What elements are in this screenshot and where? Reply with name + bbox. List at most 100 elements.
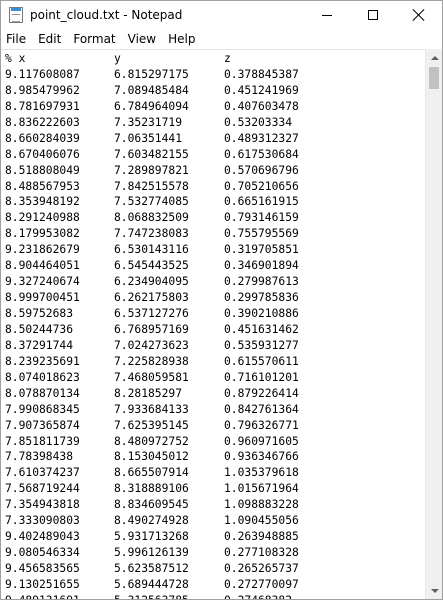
value-x: 7.851811739 [5,434,80,448]
close-button[interactable] [396,1,442,29]
value-x: 8.999700451 [5,291,80,305]
data-row: 8.291240988 8.068832509 0.793146159 [5,210,299,226]
data-row: 8.488567953 7.842515578 0.705210656 [5,179,299,195]
data-row: 8.50244736 6.768957169 0.451631462 [5,322,299,338]
maximize-button[interactable] [350,1,396,29]
data-row: 7.354943818 8.834609545 1.098883228 [5,497,299,513]
value-x: 7.354943818 [5,498,80,512]
value-y: 8.490274928 [114,514,189,528]
value-x: 8.488567953 [5,179,80,193]
minimize-button[interactable] [304,1,350,29]
data-row: 8.353948192 7.532774085 0.665161915 [5,194,299,210]
value-z: 1.035379618 [224,466,299,480]
value-y: 8.153045012 [114,450,189,464]
value-z: 0.842761364 [224,402,299,416]
value-z: 0.705210656 [224,179,299,193]
value-z: 0.272770097 [224,577,299,591]
value-x: 9.231862679 [5,243,80,257]
vertical-scrollbar[interactable] [425,49,442,599]
value-x: 9.327240674 [5,275,80,289]
value-z: 1.090455056 [224,514,299,528]
scroll-thumb[interactable] [429,67,439,89]
value-x: 8.239235691 [5,354,80,368]
value-x: 8.660284039 [5,131,80,145]
value-z: 0.617530684 [224,147,299,161]
menu-view[interactable]: View [122,29,162,49]
menu-bar: File Edit Format View Help [1,29,442,49]
value-z: 1.015671964 [224,482,299,496]
data-row: 8.179953082 7.747238083 0.755795569 [5,226,299,242]
value-z: 0.451631462 [224,322,299,336]
title-bar[interactable]: point_cloud.txt - Notepad [1,1,442,29]
value-x: 7.568719244 [5,482,80,496]
value-y: 7.289897821 [114,163,189,177]
value-z: 0.346901894 [224,259,299,273]
value-y: 7.089485484 [114,83,189,97]
value-x: 7.78398438 [5,450,74,464]
header-x: % x [5,52,26,65]
data-row: 7.990868345 7.933684133 0.842761364 [5,402,299,418]
value-z: 0.615570611 [224,354,299,368]
value-x: 8.074018623 [5,370,80,384]
value-z: 0.879226414 [224,386,299,400]
value-y: 5.689444728 [114,577,189,591]
value-x: 7.990868345 [5,402,80,416]
value-z: 0.535931277 [224,338,299,352]
menu-format[interactable]: Format [67,29,121,49]
value-y: 6.784964094 [114,99,189,113]
value-y: 7.532774085 [114,195,189,209]
close-icon [413,9,425,21]
menu-help[interactable]: Help [162,29,201,49]
menu-file[interactable]: File [1,29,32,49]
scroll-down-button[interactable] [426,582,443,599]
data-row: 9.117608087 6.815297175 0.378845387 [5,67,299,83]
value-z: 0.796326771 [224,418,299,432]
value-x: 8.518808049 [5,163,80,177]
minimize-icon [322,14,332,16]
value-y: 7.35231719 [114,115,183,129]
value-y: 5.312563785 [114,593,189,599]
value-x: 8.781697931 [5,99,80,113]
value-z: 0.960971605 [224,434,299,448]
data-row: 7.907365874 7.625395145 0.796326771 [5,418,299,434]
value-y: 6.815297175 [114,67,189,81]
value-z: 0.27468382 [224,593,292,599]
data-row: 8.904464051 6.545443525 0.346901894 [5,258,299,274]
value-z: 0.716101201 [224,370,299,384]
value-z: 0.793146159 [224,211,299,225]
value-z: 0.936346766 [224,450,299,464]
data-row: 9.402489043 5.931713268 0.263948885 [5,529,299,545]
notepad-icon [9,7,23,23]
value-z: 0.378845387 [224,67,299,81]
value-x: 9.456583565 [5,562,80,575]
value-y: 8.28185297 [114,386,183,400]
document-text: % x y z 9.117608087 6.815297175 0.37884538… [5,51,299,599]
value-y: 6.262175803 [114,291,189,305]
data-row: 8.660284039 7.06351441 0.489312327 [5,131,299,147]
value-x: 8.836222603 [5,115,80,129]
scroll-up-button[interactable] [426,49,443,66]
value-z: 0.299785836 [224,291,299,305]
header-line: % x y z [5,51,231,67]
data-row: 9.489131691 5.312563785 0.27468382 [5,593,292,599]
text-editor[interactable]: % x y z 9.117608087 6.815297175 0.37884538… [1,49,425,599]
value-z: 0.407603478 [224,99,299,113]
value-y: 8.665507914 [114,466,189,480]
data-row: 7.333090803 8.490274928 1.090455056 [5,513,299,529]
value-z: 0.319705851 [224,243,299,257]
menu-edit[interactable]: Edit [32,29,67,49]
header-z: z [224,52,231,65]
value-y: 7.024273623 [114,338,189,352]
value-x: 8.670406076 [5,147,80,161]
value-x: 9.080546334 [5,546,80,560]
maximize-icon [368,10,378,20]
value-z: 0.489312327 [224,131,299,145]
value-y: 8.068832509 [114,211,189,225]
data-row: 8.985479962 7.089485484 0.451241969 [5,83,299,99]
value-x: 8.59752683 [5,307,74,320]
value-z: 0.390210886 [224,307,299,320]
data-row: 8.670406076 7.603482155 0.617530684 [5,147,299,163]
value-x: 8.179953082 [5,227,80,241]
value-y: 7.933684133 [114,402,189,416]
value-y: 8.480972752 [114,434,189,448]
